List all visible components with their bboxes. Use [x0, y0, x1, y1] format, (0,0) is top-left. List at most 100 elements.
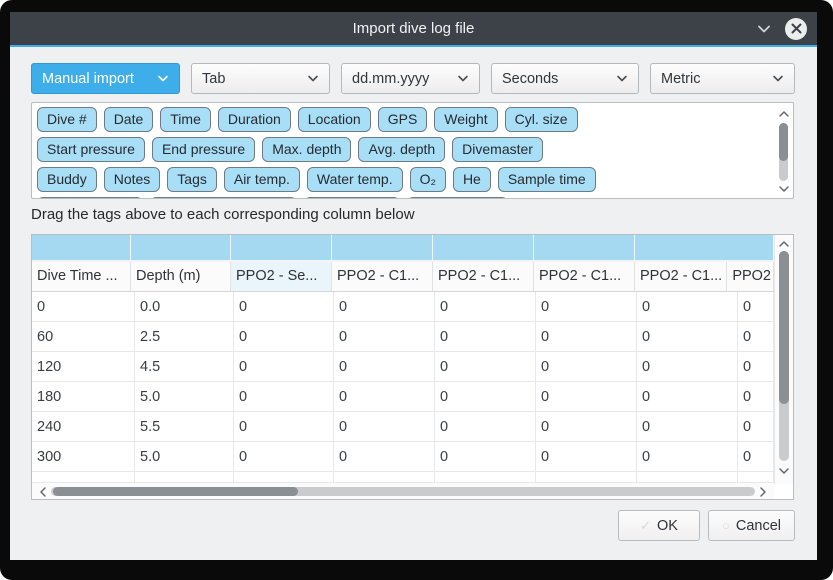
table-row: 0 0.0 0 0 0 0 0 0: [32, 292, 774, 322]
tagbox-scrollbar[interactable]: [776, 105, 791, 196]
table-cell: 5.0: [135, 442, 234, 472]
units-select[interactable]: Metric: [650, 63, 795, 94]
field-tag[interactable]: Max. depth: [262, 137, 351, 162]
table-cell: 0: [536, 412, 637, 442]
field-tag[interactable]: Sample depth: [37, 197, 143, 199]
chevron-up-icon[interactable]: [776, 109, 791, 119]
drop-cell[interactable]: [231, 235, 332, 262]
column-header: PPO2 - C1...: [534, 262, 635, 292]
time-format-select[interactable]: Seconds: [491, 63, 639, 94]
tag-row: Start pressure End pressure Max. depth Avg.…: [37, 137, 773, 162]
format-toolbar: Manual import Tab dd.mm.yyyy Seconds Met…: [31, 63, 795, 94]
table-cell: 0.0: [135, 292, 234, 322]
drop-cell[interactable]: [433, 235, 534, 262]
date-format-select[interactable]: dd.mm.yyyy: [341, 63, 480, 94]
column-header: PPO2 - C1...: [635, 262, 727, 292]
scrollbar-handle[interactable]: [779, 251, 789, 404]
field-tag[interactable]: O₂: [410, 167, 446, 192]
tag-row: Dive # DateTime Duration Location GPSWeight C…: [37, 107, 773, 132]
titlebar[interactable]: Import dive log file: [10, 12, 817, 45]
units-value: Metric: [661, 71, 700, 87]
field-tag[interactable]: Duration: [218, 107, 291, 132]
chevron-down-icon: [307, 75, 319, 83]
table-cell: 0: [435, 442, 536, 472]
drop-cell[interactable]: [332, 235, 433, 262]
table-cell: 4.5: [135, 352, 234, 382]
field-tag[interactable]: Sample pO₂: [304, 197, 399, 199]
close-icon: [791, 23, 802, 34]
table-cell: 0: [536, 292, 637, 322]
field-tag[interactable]: Water temp.: [307, 167, 403, 192]
table-cell: 0: [738, 322, 774, 352]
field-tag[interactable]: Date: [104, 107, 154, 132]
chevron-down-icon[interactable]: [756, 24, 772, 34]
field-tag[interactable]: GPS: [378, 107, 428, 132]
table-cell: 0: [334, 412, 435, 442]
field-tag[interactable]: Air temp.: [224, 167, 300, 192]
chevron-down-icon: [157, 75, 169, 83]
field-tag[interactable]: Sample time: [498, 167, 596, 192]
field-tag[interactable]: Divemaster: [452, 137, 543, 162]
field-tag[interactable]: Location: [298, 107, 371, 132]
column-header: PPO2: [727, 262, 774, 292]
scrollbar-handle[interactable]: [779, 123, 788, 161]
chevron-down-icon: [457, 75, 469, 83]
ok-button-label: OK: [657, 518, 678, 534]
table-cell: 0: [234, 442, 334, 472]
tag-rows: Dive # DateTime Duration Location GPSWeight C…: [37, 107, 773, 199]
field-tag[interactable]: Buddy: [37, 167, 97, 192]
table-cell: 5.0: [135, 382, 234, 412]
cancel-button[interactable]: ○ Cancel: [708, 510, 795, 541]
column-header: Dive Time ...: [32, 262, 131, 292]
window-title: Import dive log file: [353, 20, 475, 37]
field-tag[interactable]: Sample temperature: [150, 197, 297, 199]
field-tag[interactable]: Start pressure: [37, 137, 145, 162]
table-cell: 0: [536, 352, 637, 382]
field-tag[interactable]: Cyl. size: [505, 107, 578, 132]
table-body: 0 0.0 0 0 0 0 0 0 60 2.5: [32, 292, 774, 472]
table-cell: 300: [32, 442, 135, 472]
dialog-body: Manual import Tab dd.mm.yyyy Seconds Met…: [10, 47, 817, 560]
table-cell: 0: [435, 382, 536, 412]
drop-cell[interactable]: [32, 235, 131, 262]
scrollbar-handle[interactable]: [53, 487, 298, 496]
ok-button[interactable]: ✓ OK: [618, 510, 700, 541]
field-tag[interactable]: Avg. depth: [358, 137, 445, 162]
close-button[interactable]: [785, 18, 807, 40]
table-cell: 0: [738, 352, 774, 382]
field-tag[interactable]: Dive #: [37, 107, 97, 132]
separator-select[interactable]: Tab: [191, 63, 330, 94]
chevron-down-icon: [772, 75, 784, 83]
field-tag[interactable]: Time: [160, 107, 211, 132]
table-horizontal-scrollbar[interactable]: [32, 482, 774, 499]
drop-cell[interactable]: [635, 235, 774, 262]
chevron-left-icon[interactable]: [38, 486, 48, 497]
chevron-down-icon: [616, 75, 628, 83]
table-vertical-scrollbar[interactable]: [774, 235, 793, 484]
field-tag[interactable]: End pressure: [152, 137, 255, 162]
tag-pool: Dive # DateTime Duration Location GPSWeight C…: [31, 102, 794, 199]
chevron-down-icon[interactable]: [776, 184, 791, 194]
field-tag[interactable]: Sample CNS: [407, 197, 508, 199]
chevron-right-icon[interactable]: [758, 486, 768, 497]
table-cell: 0: [334, 382, 435, 412]
table-row: 180 5.0 0 0 0 0 0 0: [32, 382, 774, 412]
drop-target-row: [32, 235, 774, 262]
chevron-up-icon[interactable]: [777, 239, 791, 249]
field-tag[interactable]: Notes: [104, 167, 161, 192]
drop-cell[interactable]: [131, 235, 231, 262]
window-frame: Import dive log file Manual import Tab: [0, 0, 833, 580]
chevron-down-icon[interactable]: [777, 466, 791, 476]
table-cell: 0: [637, 352, 738, 382]
table-cell: 0: [536, 442, 637, 472]
table-cell: 0: [334, 352, 435, 382]
table-row: 120 4.5 0 0 0 0 0 0: [32, 352, 774, 382]
field-tag[interactable]: Weight: [434, 107, 497, 132]
table-cell: 240: [32, 412, 135, 442]
field-tag[interactable]: Tags: [167, 167, 217, 192]
import-mode-select[interactable]: Manual import: [31, 63, 180, 94]
field-tag[interactable]: He: [453, 167, 491, 192]
table-cell: 0: [234, 322, 334, 352]
drop-cell[interactable]: [534, 235, 635, 262]
table-cell: 0: [435, 292, 536, 322]
